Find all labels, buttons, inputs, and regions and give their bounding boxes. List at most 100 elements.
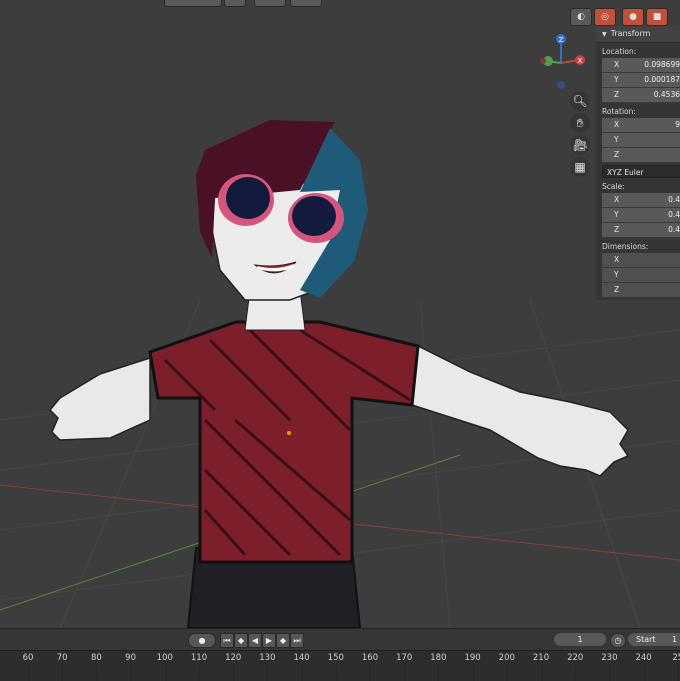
gizmo-x-label: X: [578, 57, 583, 65]
ruler-tick-line: [301, 665, 303, 681]
ruler-tick-label: 150: [327, 653, 344, 663]
timeline-ruler[interactable]: 60 70 80 90 100 110 120 130 140 150 160 170 180 190 20…: [0, 650, 680, 681]
material-icon[interactable]: ●: [622, 8, 644, 26]
axis-label: Z: [614, 150, 620, 159]
location-z-field[interactable]: Z 0.4536: [602, 88, 680, 103]
ruler-tick-line: [643, 665, 645, 681]
ruler-tick-line: [506, 665, 508, 681]
gizmo-neg-z[interactable]: [557, 81, 565, 89]
current-frame-field[interactable]: 1: [554, 633, 606, 646]
ruler-tick-label: 120: [225, 653, 242, 663]
start-value: 1: [672, 635, 678, 644]
field-value: 0.4: [668, 210, 680, 219]
rotation-z-field[interactable]: Z: [602, 148, 680, 163]
ruler-tick-line: [130, 665, 132, 681]
ruler-tick-label: 230: [601, 653, 618, 663]
snap-button[interactable]: [254, 0, 286, 7]
ruler-tick-label: 110: [190, 653, 208, 663]
ruler-tick-label: 210: [532, 653, 550, 663]
axis-label: X: [614, 255, 620, 264]
ruler-tick-label: 190: [464, 653, 481, 663]
axis-label: Z: [614, 285, 620, 294]
scale-y-field[interactable]: Y 0.4: [602, 208, 680, 223]
pivot-button[interactable]: [224, 0, 246, 7]
play-icon[interactable]: ▶: [262, 633, 276, 648]
gizmo-z-label: Z: [559, 36, 564, 44]
jump-end-icon[interactable]: ⏭: [290, 633, 304, 648]
axis-label: X: [614, 195, 620, 204]
axis-label: X: [614, 60, 620, 69]
dimensions-y-field[interactable]: Y: [602, 268, 680, 283]
rotation-label: Rotation:: [602, 107, 636, 116]
scale-label: Scale:: [602, 182, 625, 191]
gizmo-neg-x[interactable]: [540, 58, 546, 64]
transform-panel: ▼ Transform Location: X 0.098699 Y 0.000187…: [596, 26, 680, 300]
play-reverse-icon[interactable]: ◀: [248, 633, 262, 648]
location-y-field[interactable]: Y 0.000187: [602, 73, 680, 88]
field-value: 9: [675, 120, 680, 129]
ruler-tick-line: [62, 665, 64, 681]
overlay-icon[interactable]: ◎: [594, 8, 616, 26]
ruler-tick-label: 70: [56, 653, 68, 663]
clock-icon[interactable]: ◷: [610, 633, 626, 648]
character-model: [48, 120, 630, 628]
timeline-header: ● ⏮ ◆ ◀ ▶ ◆ ⏭ 1 ◷ Start 1: [0, 628, 680, 651]
rotation-x-field[interactable]: X9: [602, 118, 680, 133]
3d-viewport[interactable]: ◐ ◎ ● ■ Z X 🔍︎ ✋︎ 🎥︎ ▦ ▼ Transform Locati…: [0, 0, 680, 628]
prev-keyframe-icon[interactable]: ◆: [234, 633, 248, 648]
ruler-tick-label: 80: [90, 653, 102, 663]
field-value: 0.4: [668, 195, 680, 204]
location-x-field[interactable]: X 0.098699: [602, 58, 680, 73]
ruler-tick-label: 130: [259, 653, 276, 663]
axis-label: Y: [614, 270, 619, 279]
ruler-tick-line: [164, 665, 166, 681]
panel-header[interactable]: ▼ Transform: [596, 26, 680, 43]
jump-start-icon[interactable]: ⏮: [220, 633, 234, 648]
ruler-tick-label: 220: [567, 653, 584, 663]
shading-toolbar: ◐ ◎ ● ■: [570, 8, 668, 26]
location-label: Location:: [602, 47, 637, 56]
camera-icon[interactable]: 🎥︎: [570, 135, 590, 155]
start-label: Start: [636, 635, 656, 644]
axis-label: Z: [614, 225, 620, 234]
ruler-tick-line: [267, 665, 269, 681]
navigation-tools: 🔍︎ ✋︎ 🎥︎ ▦: [570, 91, 592, 179]
viewport-header: [160, 0, 340, 7]
navigation-gizmo[interactable]: Z X: [533, 33, 593, 91]
axis-label: Y: [614, 75, 619, 84]
axis-label: Y: [614, 210, 619, 219]
ruler-tick-line: [370, 665, 371, 681]
ruler-tick-line: [28, 665, 29, 681]
sphere-icon[interactable]: ◐: [570, 8, 592, 26]
ruler-tick-label: 140: [293, 653, 310, 663]
ruler-tick-label: 100: [156, 653, 173, 663]
ruler-tick-label: 60: [22, 653, 34, 663]
panel-title: Transform: [610, 29, 651, 38]
proportional-button[interactable]: [290, 0, 322, 7]
start-frame-field[interactable]: Start 1: [628, 633, 680, 646]
zoom-icon[interactable]: 🔍︎: [570, 91, 590, 111]
render-icon[interactable]: ■: [646, 8, 668, 26]
dimensions-x-field[interactable]: X: [602, 253, 680, 268]
ruler-tick-line: [233, 665, 235, 681]
collapse-triangle-icon[interactable]: ▼: [602, 31, 607, 38]
ruler-tick-line: [404, 665, 406, 681]
hand-icon[interactable]: ✋︎: [570, 113, 590, 133]
record-button[interactable]: ●: [188, 633, 216, 648]
field-value: 0.4536: [653, 90, 680, 99]
ruler-tick-label: 200: [498, 653, 515, 663]
rotation-y-field[interactable]: Y: [602, 133, 680, 148]
field-value: 0.4: [668, 225, 680, 234]
grid-icon[interactable]: ▦: [570, 157, 590, 177]
next-keyframe-icon[interactable]: ◆: [276, 633, 290, 648]
field-value: 0.000187: [644, 75, 680, 84]
rotation-mode-dropdown[interactable]: XYZ Euler: [602, 165, 680, 178]
orientation-dropdown[interactable]: [164, 0, 222, 7]
scale-x-field[interactable]: X 0.4: [602, 193, 680, 208]
ruler-tick-line: [609, 665, 611, 681]
axis-label: X: [614, 120, 620, 129]
scale-z-field[interactable]: Z 0.4: [602, 223, 680, 238]
dimensions-z-field[interactable]: Z: [602, 283, 680, 298]
ruler-tick-label: 160: [361, 653, 379, 663]
ruler-tick-label: 90: [125, 653, 137, 663]
